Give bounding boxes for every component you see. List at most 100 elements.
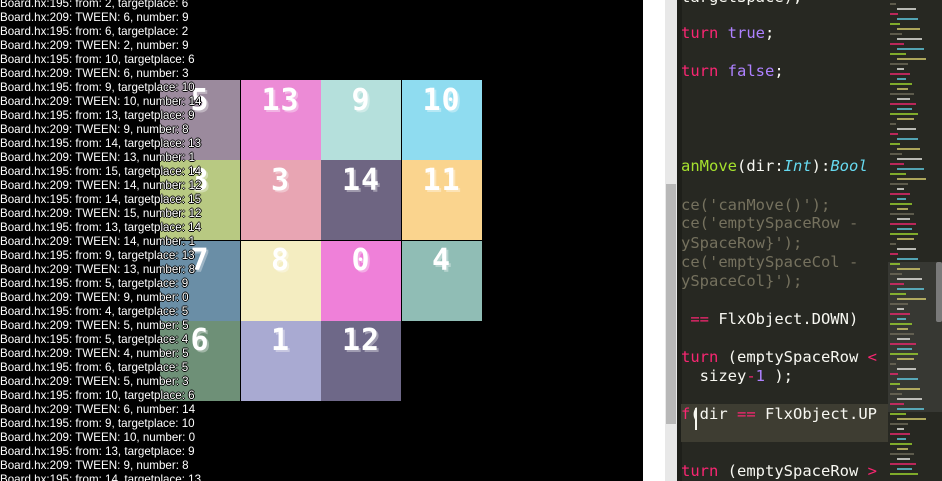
minimap-line	[897, 8, 916, 10]
minimap-line	[890, 23, 900, 25]
puzzle-tile[interactable]: 3	[160, 160, 240, 241]
code-token: ySpaceCol}');	[681, 272, 803, 290]
code-line[interactable]: turn true;	[681, 24, 774, 42]
puzzle-tile[interactable]: 7	[160, 240, 240, 321]
vertical-scrollbar[interactable]	[665, 0, 677, 481]
code-line[interactable]: turn false;	[681, 62, 784, 80]
puzzle-tile[interactable]: 5	[160, 80, 240, 160]
code-token: Bool	[830, 157, 868, 175]
puzzle-board[interactable]: 5 13 9 10 3 3 14 11 7 8 0 4 6 1 12	[160, 80, 482, 401]
tile-number: 8	[270, 243, 291, 278]
code-line[interactable]: ySpaceRow}');	[681, 234, 802, 252]
minimap-line	[897, 118, 914, 120]
puzzle-tile[interactable]: 8	[240, 240, 321, 321]
tile-number: 11	[422, 162, 461, 198]
puzzle-tile[interactable]: 14	[321, 160, 401, 241]
code-token: f	[681, 405, 691, 423]
minimap-line	[897, 298, 926, 300]
puzzle-tile[interactable]: 4	[401, 240, 482, 321]
code-token: -	[746, 367, 756, 385]
minimap-line	[890, 403, 904, 405]
code-line[interactable]: ce('canMove()');	[681, 196, 830, 214]
log-line: Board.hx:195: from: 9, targetplace: 10	[0, 417, 195, 430]
puzzle-tile[interactable]: 9	[321, 80, 401, 160]
minimap-line	[897, 188, 904, 190]
puzzle-tile[interactable]: 0	[321, 240, 401, 321]
minimap-line	[897, 388, 920, 390]
puzzle-tile[interactable]: 11	[401, 160, 482, 241]
code-line[interactable]: ySpaceCol}');	[681, 272, 802, 290]
minimap-line	[890, 213, 914, 215]
minimap-line	[897, 368, 916, 370]
puzzle-tile[interactable]: 1	[240, 320, 321, 401]
minimap-line	[890, 33, 902, 35]
tile-number: 4	[431, 243, 452, 278]
minimap-line	[890, 443, 912, 445]
game-window[interactable]: 5 13 9 10 3 3 14 11 7 8 0 4 6 1 12 Board.hx:195: from:…	[0, 0, 643, 481]
minimap-line	[890, 423, 908, 425]
code-token: ce('emptySpaceCol -	[681, 253, 859, 271]
code-token: (emptySpaceRow	[727, 462, 868, 480]
minimap-line	[890, 263, 900, 265]
puzzle-tile[interactable]: 6	[160, 320, 240, 401]
minimap-line	[890, 373, 898, 375]
minimap-line	[897, 468, 912, 470]
minimap-line	[890, 253, 898, 255]
minimap-line	[897, 238, 914, 240]
code-line[interactable]: == FlxObject.DOWN)	[681, 310, 858, 328]
minimap-line	[897, 198, 906, 200]
minimap-line	[890, 343, 916, 345]
code-line[interactable]: ce('emptySpaceCol -	[681, 253, 858, 271]
puzzle-tile[interactable]: 13	[240, 80, 321, 160]
code-line[interactable]: ce('emptySpaceRow -	[681, 214, 858, 232]
tile-number: 6	[190, 323, 210, 359]
minimap-line	[890, 413, 906, 415]
code-line[interactable]: turn (emptySpaceRow >	[681, 462, 877, 480]
code-token: Int	[783, 157, 812, 175]
minimap-line	[890, 103, 916, 105]
code-line[interactable]: sizey-1 );	[681, 367, 793, 385]
code-token: ==	[681, 310, 719, 328]
minimap-line	[897, 358, 914, 360]
minimap-line	[897, 328, 908, 330]
code-token: anMove	[681, 157, 737, 175]
code-token: ySpaceRow}');	[681, 234, 803, 252]
minimap-line	[897, 98, 910, 100]
puzzle-tile[interactable]: 12	[321, 320, 401, 401]
code-line[interactable]: anMove(dir:Int):Bool	[681, 157, 868, 175]
minimap-line	[890, 233, 918, 235]
puzzle-tile[interactable]: 3	[240, 160, 321, 241]
code-minimap[interactable]	[888, 0, 942, 481]
minimap-line	[897, 398, 922, 400]
minimap-line	[897, 168, 924, 170]
code-editor[interactable]: targetSpace); turn true; turn false; anMove…	[677, 0, 942, 481]
minimap-scrollbar[interactable]	[936, 262, 942, 322]
tile-number: 1	[270, 323, 291, 359]
minimap-line	[890, 383, 900, 385]
minimap-line	[897, 268, 920, 270]
tile-number: 5	[190, 82, 210, 118]
code-line[interactable]: turn (emptySpaceRow <	[681, 348, 877, 366]
log-line: Board.hx:195: from: 14, targetplace: 13	[0, 473, 202, 481]
minimap-line	[890, 303, 908, 305]
code-line[interactable]: targetSpace);	[681, 0, 802, 6]
minimap-line	[890, 433, 910, 435]
text-cursor	[695, 408, 697, 430]
log-line: Board.hx:209: TWEEN: 9, number: 8	[0, 459, 189, 472]
minimap-line	[890, 163, 904, 165]
puzzle-tile[interactable]: 10	[401, 80, 482, 160]
minimap-line	[890, 323, 912, 325]
minimap-line	[890, 113, 918, 115]
minimap-line	[897, 278, 922, 280]
minimap-line	[897, 418, 926, 420]
tile-number: 3	[190, 162, 210, 198]
minimap-line	[897, 318, 906, 320]
scrollbar-thumb[interactable]	[666, 184, 676, 424]
minimap-line	[890, 93, 914, 95]
log-line: Board.hx:209: TWEEN: 6, number: 3	[0, 67, 189, 80]
minimap-line	[897, 48, 924, 50]
minimap-line	[897, 58, 926, 60]
minimap-line	[897, 128, 916, 130]
tile-number: 9	[351, 82, 371, 118]
code-line[interactable]: f(dir == FlxObject.UP	[681, 405, 877, 423]
